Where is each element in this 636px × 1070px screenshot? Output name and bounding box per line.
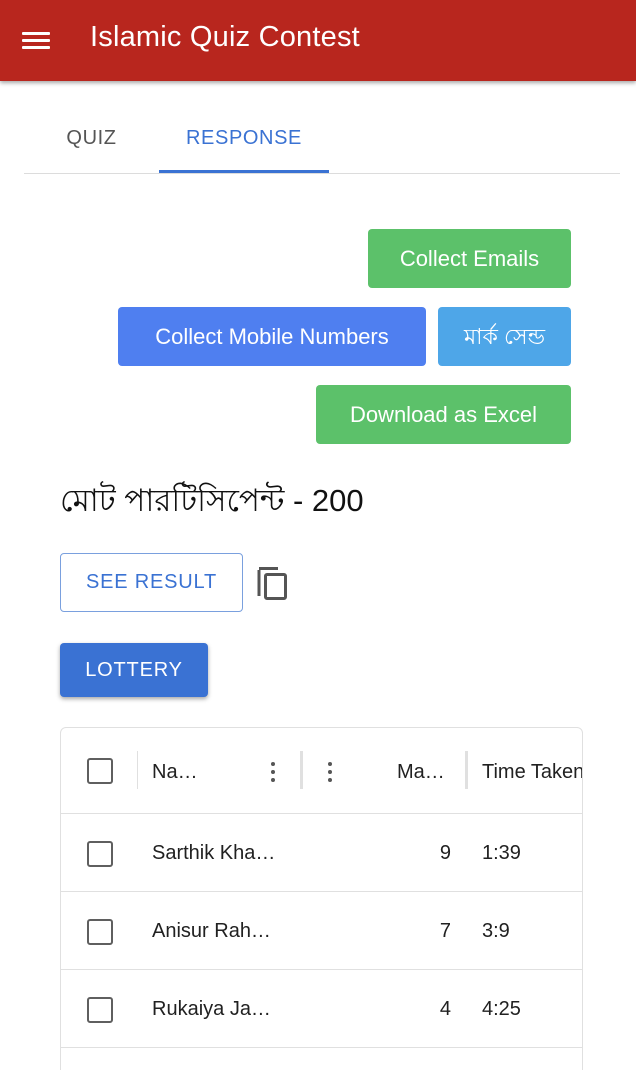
tab-quiz[interactable]: QUIZ — [42, 106, 141, 173]
lottery-button[interactable]: LOTTERY — [60, 643, 208, 697]
tab-response[interactable]: RESPONSE — [159, 106, 329, 173]
tab-bar: QUIZ RESPONSE — [24, 106, 620, 174]
column-resize-handle[interactable] — [300, 751, 303, 789]
copy-icon[interactable] — [256, 565, 290, 601]
cell-marks: 7 — [439, 920, 451, 942]
responses-table: Na… Ma… Time Taken Sarthik Kha… 9 1:39 A… — [60, 727, 583, 1070]
row-checkbox[interactable] — [87, 997, 113, 1023]
app-bar: Islamic Quiz Contest — [0, 0, 636, 81]
see-result-button[interactable]: SEE RESULT — [60, 553, 243, 612]
column-header-name[interactable]: Na… — [152, 761, 198, 784]
cell-time-taken: 3:9 — [482, 920, 510, 942]
table-row[interactable]: Sarthik Kha… 9 1:39 — [61, 814, 582, 892]
column-menu-icon[interactable] — [320, 759, 340, 785]
row-checkbox[interactable] — [87, 841, 113, 867]
cell-name: Sarthik Kha… — [152, 842, 276, 864]
download-excel-button[interactable]: Download as Excel — [316, 385, 571, 444]
menu-icon[interactable] — [14, 20, 58, 60]
app-title: Islamic Quiz Contest — [90, 21, 360, 53]
cell-name: Rukaiya Ja… — [152, 998, 271, 1020]
mark-send-button[interactable]: মার্ক সেন্ড — [438, 307, 571, 366]
cell-marks: 4 — [439, 998, 451, 1020]
table-row[interactable]: Anisur Rah… 7 3:9 — [61, 892, 582, 970]
row-checkbox[interactable] — [87, 919, 113, 945]
cell-time-taken: 4:25 — [482, 998, 521, 1020]
cell-marks: 9 — [439, 842, 451, 864]
collect-emails-button[interactable]: Collect Emails — [368, 229, 571, 288]
select-all-checkbox[interactable] — [87, 758, 113, 784]
column-header-time-taken[interactable]: Time Taken — [482, 761, 582, 784]
name-column-menu-icon[interactable] — [263, 759, 283, 785]
cell-time-taken: 1:39 — [482, 842, 521, 864]
table-row[interactable]: Rukaiya Ja… 4 4:25 — [61, 970, 582, 1048]
column-separator — [137, 751, 138, 789]
total-participants: মোট পারটিসিপেন্ট - 200 — [60, 483, 364, 518]
collect-mobile-numbers-button[interactable]: Collect Mobile Numbers — [118, 307, 426, 366]
active-tab-indicator — [159, 170, 329, 173]
cell-name: Anisur Rah… — [152, 920, 271, 942]
table-header: Na… Ma… Time Taken — [61, 728, 582, 814]
column-resize-handle[interactable] — [465, 751, 468, 789]
column-header-marks[interactable]: Ma… — [397, 761, 445, 784]
